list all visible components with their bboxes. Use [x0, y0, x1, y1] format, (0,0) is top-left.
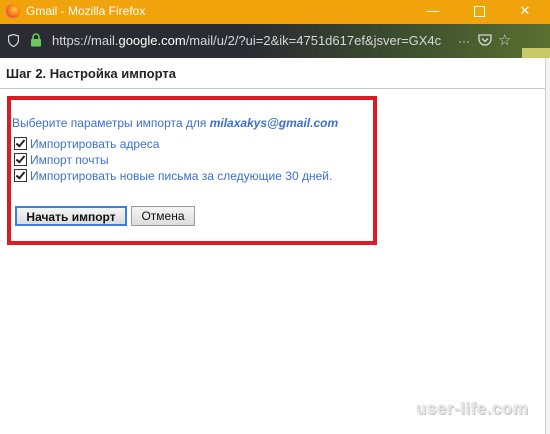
cancel-button[interactable]: Отмена [131, 206, 195, 226]
email-address: milaxakys@gmail.com [209, 116, 339, 130]
tracking-shield-icon[interactable] [8, 34, 19, 47]
import-prompt: Выберите параметры импорта для milaxakys… [12, 116, 338, 130]
url-prefix: https://mail. [52, 33, 119, 48]
firefox-icon [6, 4, 20, 18]
address-bar: https://mail.google.com/mail/u/2/?ui=2&i… [0, 24, 550, 82]
maximize-icon [473, 6, 485, 18]
checkbox-import-mail[interactable] [14, 153, 27, 166]
scrollbar[interactable] [545, 58, 550, 434]
option-label: Импортировать адреса [30, 137, 160, 151]
url-field[interactable]: https://mail.google.com/mail/u/2/?ui=2&i… [52, 33, 450, 48]
option-import-contacts[interactable]: Импортировать адреса [14, 137, 159, 151]
url-path: /mail/u/2/?ui=2&ik=4751d617ef&jsver=GX4c [185, 33, 442, 48]
lock-icon[interactable] [30, 33, 42, 47]
close-button[interactable]: ✕ [502, 0, 548, 24]
window-title: Gmail - Mozilla Firefox [26, 4, 146, 18]
url-domain: google.com [118, 33, 186, 48]
start-import-button[interactable]: Начать импорт [15, 206, 127, 226]
divider [0, 88, 545, 89]
option-label: Импортировать новые письма за следующие … [30, 169, 333, 183]
watermark: user-life.com [416, 399, 529, 418]
checkbox-import-contacts[interactable] [14, 137, 27, 150]
page-content: Шаг 2. Настройка импорта Выберите параме… [0, 58, 550, 434]
dialog-title: Шаг 2. Настройка импорта [6, 66, 176, 81]
minimize-button[interactable]: — [410, 0, 456, 24]
bookmark-star-icon[interactable]: ☆ [498, 31, 511, 49]
window-titlebar: Gmail - Mozilla Firefox — ✕ [0, 0, 550, 24]
page-actions-icon[interactable]: ··· [458, 34, 470, 48]
checkbox-import-new-mail[interactable] [14, 169, 27, 182]
pocket-icon[interactable] [478, 33, 492, 47]
option-import-mail[interactable]: Импорт почты [14, 153, 109, 167]
maximize-button[interactable] [456, 0, 502, 24]
option-import-new-mail[interactable]: Импортировать новые письма за следующие … [14, 169, 332, 183]
option-label: Импорт почты [30, 153, 109, 167]
prompt-text: Выберите параметры импорта для [12, 116, 210, 130]
